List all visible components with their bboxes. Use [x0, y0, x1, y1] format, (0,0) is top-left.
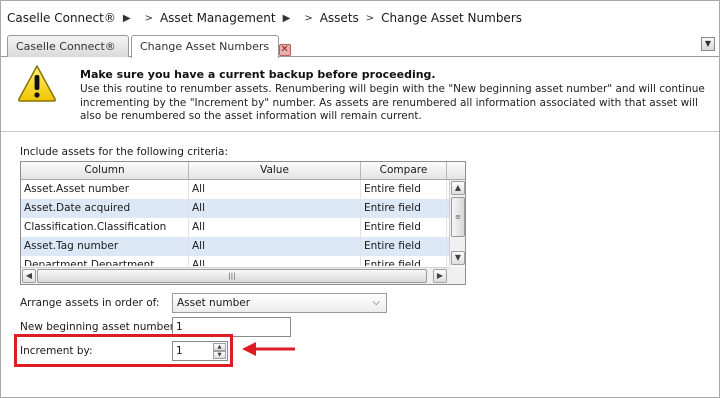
criteria-label: Include assets for the following criteri… [20, 146, 228, 158]
grid-body: Asset.Asset number All Entire field Asse… [21, 180, 449, 266]
table-row[interactable]: Asset.Tag number All Entire field [21, 237, 449, 256]
table-cell: All [189, 237, 361, 256]
breadcrumb-item[interactable]: Caselle Connect® [7, 11, 116, 25]
table-cell: Asset.Asset number [21, 180, 189, 199]
table-cell: Entire field [361, 199, 447, 218]
tab-caselle-connect[interactable]: Caselle Connect® [7, 35, 129, 57]
warning-title: Make sure you have a current backup befo… [80, 68, 436, 81]
breadcrumb-current: Change Asset Numbers [381, 11, 523, 25]
chevron-left-icon[interactable]: ◀ [22, 269, 36, 283]
tab-change-asset-numbers[interactable]: Change Asset Numbers ✕ [131, 35, 291, 58]
tab-label: Caselle Connect® [16, 40, 116, 53]
pointer-arrow-icon [242, 342, 295, 356]
warning-description: Use this routine to renumber assets. Ren… [80, 83, 705, 122]
vertical-scrollbar[interactable]: ▲ ≡ ▼ [449, 180, 465, 266]
chevron-down-icon[interactable]: ▼ [701, 37, 715, 51]
criteria-grid[interactable]: Column Value Compare Asset.Asset number … [20, 161, 466, 285]
breadcrumb-separator-icon: ▶ [122, 12, 131, 24]
horizontal-scrollbar[interactable]: ◀ ||| ▶ [21, 267, 449, 284]
table-cell: Classification.Classification [21, 218, 189, 237]
breadcrumb-item[interactable]: Assets [320, 11, 359, 25]
column-header[interactable]: Value [189, 162, 361, 179]
column-header[interactable]: Compare [361, 162, 447, 179]
table-row[interactable]: Asset.Asset number All Entire field [21, 180, 449, 199]
stepper-arrows: ▲ ▼ [213, 343, 226, 359]
grid-header: Column Value Compare [21, 162, 465, 180]
table-cell: All [189, 256, 361, 266]
breadcrumb-separator: > [144, 12, 153, 24]
scrollbar-corner [449, 267, 465, 284]
column-header[interactable]: Column [21, 162, 189, 179]
increment-value: 1 [176, 345, 183, 357]
increment-up-icon[interactable]: ▲ [213, 343, 226, 351]
app-window: Caselle Connect® ▶ > Asset Management ▶ … [0, 0, 720, 398]
main-panel: Include assets for the following criteri… [1, 133, 719, 397]
order-select[interactable]: Asset number ⌵ [172, 293, 387, 313]
close-icon[interactable]: ✕ [278, 44, 291, 56]
table-cell: Asset.Tag number [21, 237, 189, 256]
chevron-up-icon[interactable]: ▲ [451, 181, 465, 195]
increment-stepper[interactable]: 1 ▲ ▼ [172, 341, 228, 361]
warning-banner: Make sure you have a current backup befo… [1, 58, 719, 132]
breadcrumb-item[interactable]: Asset Management [160, 11, 276, 25]
tab-label: Change Asset Numbers [140, 40, 270, 53]
increment-label: Increment by: [20, 345, 93, 357]
table-cell: Entire field [361, 256, 447, 266]
order-label: Arrange assets in order of: [20, 297, 160, 309]
table-cell: All [189, 218, 361, 237]
scrollbar-thumb[interactable]: ||| [37, 269, 427, 283]
table-row[interactable]: Department.Department All Entire field [21, 256, 449, 266]
chevron-right-icon[interactable]: ▶ [433, 269, 447, 283]
scrollbar-thumb[interactable]: ≡ [451, 197, 465, 237]
order-select-value: Asset number [177, 297, 251, 309]
breadcrumb-separator: > [304, 12, 313, 24]
table-cell: All [189, 199, 361, 218]
table-row[interactable]: Asset.Date acquired All Entire field [21, 199, 449, 218]
chevron-down-icon[interactable]: ▼ [451, 251, 465, 265]
warning-triangle-icon [17, 65, 57, 102]
start-number-value: 1 [176, 321, 183, 333]
increment-down-icon[interactable]: ▼ [213, 351, 226, 359]
table-cell: All [189, 180, 361, 199]
breadcrumb-separator-icon: ▶ [282, 12, 291, 24]
breadcrumb: Caselle Connect® ▶ > Asset Management ▶ … [1, 1, 719, 35]
table-cell: Entire field [361, 180, 447, 199]
chevron-down-icon: ⌵ [372, 297, 380, 308]
tab-strip: Caselle Connect® Change Asset Numbers ✕ … [1, 35, 719, 58]
table-cell: Entire field [361, 237, 447, 256]
table-cell: Entire field [361, 218, 447, 237]
breadcrumb-separator: > [365, 12, 375, 24]
table-cell: Department.Department [21, 256, 189, 266]
start-number-label: New beginning asset number: [20, 321, 178, 333]
table-cell: Asset.Date acquired [21, 199, 189, 218]
table-row[interactable]: Classification.Classification All Entire… [21, 218, 449, 237]
